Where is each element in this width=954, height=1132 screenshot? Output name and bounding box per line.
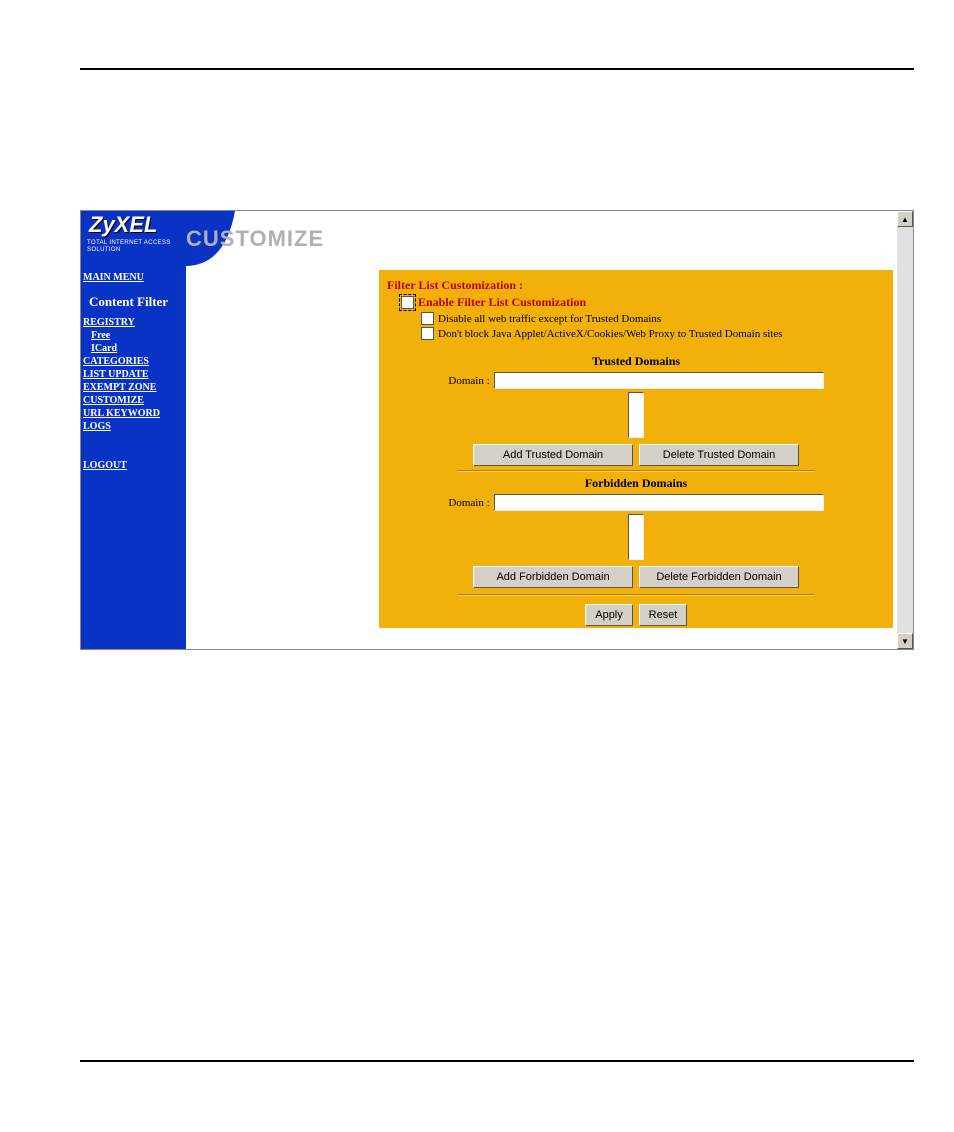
nav-registry[interactable]: REGISTRY	[83, 316, 183, 329]
nav-main-menu[interactable]: MAIN MENU	[83, 271, 183, 284]
disable-all-label: Disable all web traffic except for Trust…	[438, 313, 661, 325]
sidebar-section-title: Content Filter	[89, 294, 183, 310]
enable-filter-checkbox[interactable]	[401, 296, 414, 309]
trusted-domains-title: Trusted Domains	[387, 354, 885, 369]
add-trusted-button[interactable]: Add Trusted Domain	[473, 444, 633, 466]
page-bottom-rule	[80, 1060, 914, 1062]
trusted-domain-listbox[interactable]	[628, 392, 644, 438]
scroll-up-arrow-icon[interactable]: ▲	[897, 211, 913, 227]
nav-icard[interactable]: ICard	[83, 342, 183, 355]
main-area: CUSTOMIZE Filter List Customization : En…	[186, 211, 897, 649]
reset-button[interactable]: Reset	[639, 604, 687, 626]
nav-logs[interactable]: LOGS	[83, 420, 183, 433]
filter-list-heading: Filter List Customization :	[387, 278, 885, 293]
brand-tagline: TOTAL INTERNET ACCESS SOLUTION	[83, 239, 186, 253]
enable-filter-label: Enable Filter List Customization	[418, 295, 586, 310]
nav-url-keyword[interactable]: URL KEYWORD	[83, 407, 183, 420]
content-panel: Filter List Customization : Enable Filte…	[379, 270, 893, 628]
nav-logout[interactable]: LOGOUT	[83, 459, 183, 472]
document-page: ZyXEL TOTAL INTERNET ACCESS SOLUTION MAI…	[0, 0, 954, 1132]
forbidden-domain-input[interactable]	[494, 494, 824, 511]
apply-button[interactable]: Apply	[585, 604, 633, 626]
scroll-down-arrow-icon[interactable]: ▼	[897, 633, 913, 649]
page-title: CUSTOMIZE	[186, 226, 324, 252]
sidebar: ZyXEL TOTAL INTERNET ACCESS SOLUTION MAI…	[81, 211, 186, 649]
nav-list-update[interactable]: LIST UPDATE	[83, 368, 183, 381]
forbidden-domains-title: Forbidden Domains	[387, 476, 885, 491]
trusted-domain-label: Domain :	[448, 375, 489, 387]
disable-all-checkbox[interactable]	[421, 312, 434, 325]
brand-logo: ZyXEL	[85, 212, 157, 238]
dont-block-label: Don't block Java Applet/ActiveX/Cookies/…	[438, 328, 783, 340]
delete-forbidden-button[interactable]: Delete Forbidden Domain	[639, 566, 799, 588]
app-window: ZyXEL TOTAL INTERNET ACCESS SOLUTION MAI…	[80, 210, 914, 650]
delete-trusted-button[interactable]: Delete Trusted Domain	[639, 444, 799, 466]
trusted-domain-input[interactable]	[494, 372, 824, 389]
vertical-scrollbar[interactable]: ▲ ▼	[897, 211, 913, 649]
separator-1	[457, 470, 815, 472]
forbidden-domain-listbox[interactable]	[628, 514, 644, 560]
separator-2	[457, 594, 815, 596]
page-top-rule	[80, 68, 914, 70]
dont-block-checkbox[interactable]	[421, 327, 434, 340]
nav-free[interactable]: Free	[83, 329, 183, 342]
add-forbidden-button[interactable]: Add Forbidden Domain	[473, 566, 633, 588]
sidebar-links: MAIN MENU Content Filter REGISTRY Free I…	[83, 271, 183, 472]
forbidden-domain-label: Domain :	[448, 497, 489, 509]
nav-exempt-zone[interactable]: EXEMPT ZONE	[83, 381, 183, 394]
nav-customize[interactable]: CUSTOMIZE	[83, 394, 183, 407]
nav-categories[interactable]: CATEGORIES	[83, 355, 183, 368]
